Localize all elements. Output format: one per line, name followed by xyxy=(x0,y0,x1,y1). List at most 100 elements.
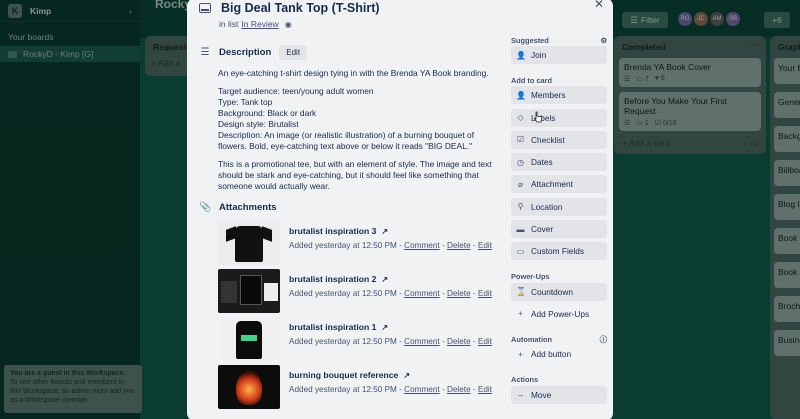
add-powerups-button[interactable]: + Add Power-Ups xyxy=(511,305,607,323)
checklist-icon: ☑ xyxy=(516,135,525,145)
description-line: Type: Tank top xyxy=(218,97,273,107)
paperclip-icon: 📎 xyxy=(199,201,212,213)
attachment-name[interactable]: brutalist inspiration 1 ↗ xyxy=(289,322,492,332)
edit-link[interactable]: Edit xyxy=(478,337,492,346)
attachment-name[interactable]: burning bouquet reference ↗ xyxy=(289,370,492,380)
members-button[interactable]: 👤 Members xyxy=(511,86,607,105)
attachment-name[interactable]: brutalist inspiration 3 ↗ xyxy=(289,226,492,236)
comment-link[interactable]: Comment xyxy=(404,289,440,298)
description-paragraph: This is a promotional tee, but with an e… xyxy=(218,159,492,191)
attachment-meta: Added yesterday at 12:50 PM - Comment - … xyxy=(289,337,493,346)
comment-link[interactable]: Comment xyxy=(404,337,440,346)
tag-icon: ◇ xyxy=(517,113,524,123)
add-to-card-label: Add to card xyxy=(511,75,553,85)
attachment-thumbnail[interactable] xyxy=(218,317,280,361)
close-icon[interactable]: ✕ xyxy=(591,0,607,12)
attachment-thumbnail[interactable] xyxy=(218,221,280,265)
card-main-column: ☰ Description Edit An eye-catching t-shi… xyxy=(199,44,499,409)
watch-eye-icon[interactable]: ◉ xyxy=(285,20,292,29)
description-icon: ☰ xyxy=(200,46,210,58)
card-title[interactable]: Big Deal Tank Top (T-Shirt) xyxy=(221,1,380,15)
description-title: Description xyxy=(219,46,272,58)
edit-link[interactable]: Edit xyxy=(478,289,492,298)
arrow-right-icon: → xyxy=(516,390,525,400)
cover-icon: ▬ xyxy=(516,224,525,234)
attachment-item: brutalist inspiration 1 ↗ Added yesterday… xyxy=(218,317,499,361)
plus-icon: + xyxy=(518,309,523,319)
card-detail-modal: ✕ Big Deal Tank Top (T-Shirt) in list In… xyxy=(187,0,613,419)
mouse-cursor-icon xyxy=(533,111,543,123)
card-actions-sidebar: Suggested ⚙ 👤 Join Add to card 👤 Members … xyxy=(511,34,607,408)
attachments-header: 📎 Attachments xyxy=(199,199,499,215)
external-link-icon[interactable]: ↗ xyxy=(381,323,388,332)
description-line: Description: An image (or realistic illu… xyxy=(218,130,475,151)
attachment-added: Added yesterday at 12:50 PM - xyxy=(289,385,402,394)
edit-description-button[interactable]: Edit xyxy=(279,44,308,60)
add-button-button[interactable]: + Add button xyxy=(511,345,607,363)
dates-button[interactable]: ◷ Dates xyxy=(511,153,607,172)
attachment-thumbnail[interactable] xyxy=(218,365,280,409)
attachments-title: Attachments xyxy=(219,201,277,213)
description-paragraph: Target audience: teen/young adult women … xyxy=(218,86,499,152)
delete-link[interactable]: Delete xyxy=(447,337,471,346)
description-paragraph: An eye-catching t-shirt design tying in … xyxy=(218,68,489,78)
automation-header: Automation ⓘ xyxy=(511,333,607,345)
list-link[interactable]: In Review xyxy=(241,19,278,29)
move-button[interactable]: → Move xyxy=(511,385,607,404)
user-icon: 👤 xyxy=(516,50,526,60)
countdown-button[interactable]: ⌛ Countdown xyxy=(511,282,607,301)
attachment-added: Added yesterday at 12:50 PM - xyxy=(289,241,402,250)
card-title-row: Big Deal Tank Top (T-Shirt) xyxy=(199,1,380,15)
attachment-button[interactable]: ⌀ Attachment xyxy=(511,175,607,194)
card-list-info: in list In Review ◉ xyxy=(219,19,292,29)
description-body[interactable]: An eye-catching t-shirt design tying in … xyxy=(218,68,499,192)
description-line: Design style: Brutalist xyxy=(218,119,299,129)
info-icon[interactable]: ⓘ xyxy=(600,334,607,345)
join-button[interactable]: 👤 Join xyxy=(511,46,607,64)
attachment-meta: Added yesterday at 12:50 PM - Comment - … xyxy=(289,289,493,298)
attachment-meta: Added yesterday at 12:50 PM - Comment - … xyxy=(289,385,493,394)
edit-link[interactable]: Edit xyxy=(478,385,492,394)
attachment-item: brutalist inspiration 3 ↗ Added yesterday… xyxy=(218,221,499,265)
delete-link[interactable]: Delete xyxy=(447,385,471,394)
card-icon xyxy=(199,3,211,13)
location-pin-icon: ⚲ xyxy=(517,202,524,212)
clock-icon: ◷ xyxy=(517,157,524,167)
paperclip-icon: ⌀ xyxy=(518,179,523,189)
in-list-prefix: in list xyxy=(219,19,239,29)
external-link-icon[interactable]: ↗ xyxy=(403,371,410,380)
suggested-label: Suggested xyxy=(511,35,549,45)
labels-button[interactable]: ◇ Labels xyxy=(511,108,607,127)
delete-link[interactable]: Delete xyxy=(447,241,471,250)
cover-button[interactable]: ▬ Cover xyxy=(511,220,607,239)
attachment-item: burning bouquet reference ↗ Added yesterd… xyxy=(218,365,499,409)
attachment-item: brutalist inspiration 2 ↗ Added yesterday… xyxy=(218,269,499,313)
attachment-name[interactable]: brutalist inspiration 2 ↗ xyxy=(289,274,492,284)
gear-icon[interactable]: ⚙ xyxy=(600,36,607,45)
description-line: Background: Black or dark xyxy=(218,108,317,118)
custom-fields-icon: ▭ xyxy=(516,246,525,256)
description-line: Target audience: teen/young adult women xyxy=(218,86,374,96)
powerups-label: Power-Ups xyxy=(511,272,550,282)
suggested-header: Suggested ⚙ xyxy=(511,34,607,46)
actions-label: Actions xyxy=(511,375,539,385)
custom-fields-button[interactable]: ▭ Custom Fields xyxy=(511,242,607,261)
location-button[interactable]: ⚲ Location xyxy=(511,197,607,216)
external-link-icon[interactable]: ↗ xyxy=(381,275,388,284)
external-link-icon[interactable]: ↗ xyxy=(381,227,388,236)
checklist-button[interactable]: ☑ Checklist xyxy=(511,130,607,149)
edit-link[interactable]: Edit xyxy=(478,241,492,250)
attachment-meta: Added yesterday at 12:50 PM - Comment - … xyxy=(289,241,493,250)
hourglass-icon: ⌛ xyxy=(516,287,526,297)
comment-link[interactable]: Comment xyxy=(404,241,440,250)
plus-icon: + xyxy=(518,349,523,359)
delete-link[interactable]: Delete xyxy=(447,289,471,298)
automation-label: Automation xyxy=(511,334,553,344)
attachment-added: Added yesterday at 12:50 PM - xyxy=(289,289,402,298)
comment-link[interactable]: Comment xyxy=(404,385,440,394)
join-label: Join xyxy=(531,50,547,60)
description-header: ☰ Description Edit xyxy=(199,44,499,60)
user-icon: 👤 xyxy=(516,90,526,100)
attachment-added: Added yesterday at 12:50 PM - xyxy=(289,337,402,346)
attachment-thumbnail[interactable] xyxy=(218,269,280,313)
